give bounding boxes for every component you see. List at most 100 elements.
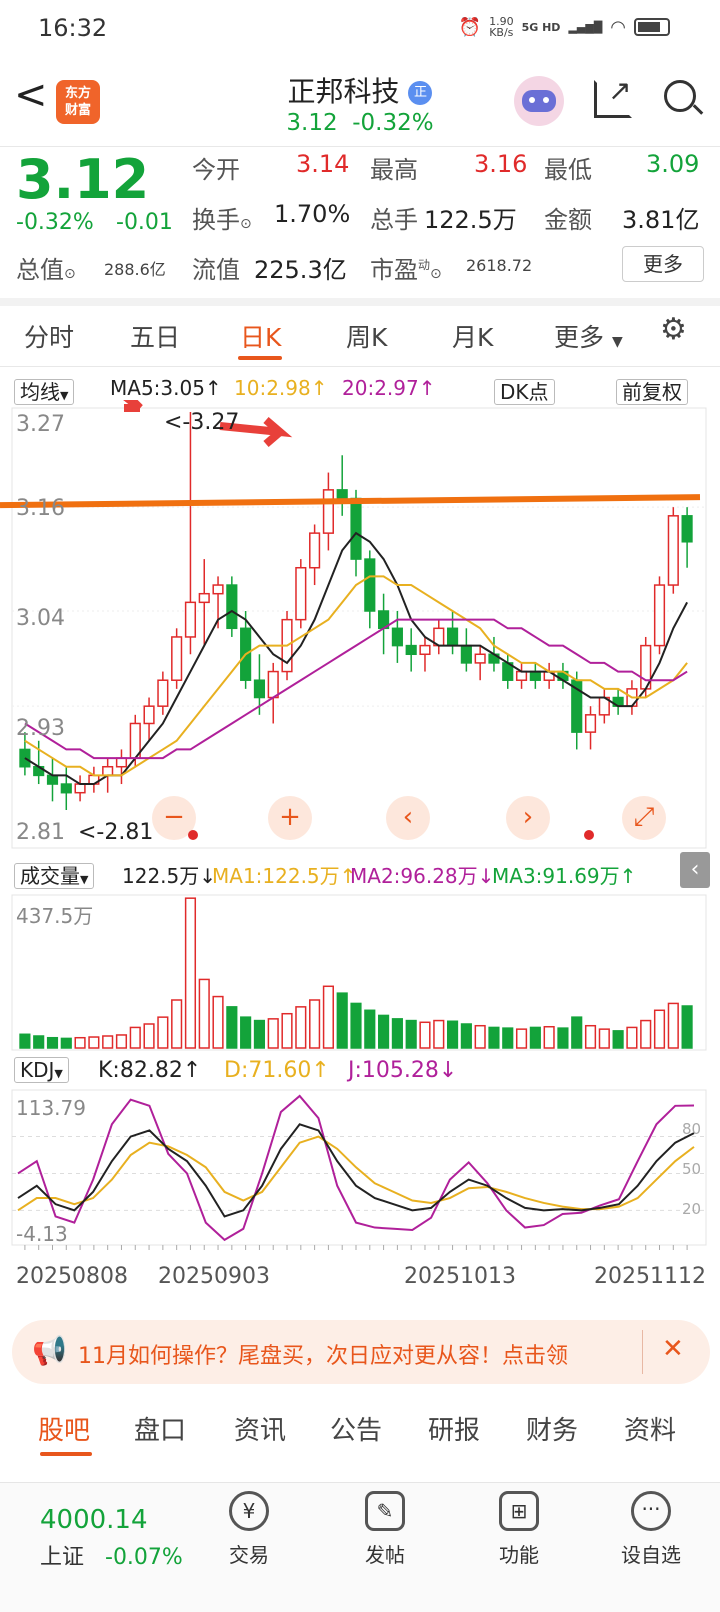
candle-body	[681, 515, 693, 543]
volume-bar	[598, 1028, 610, 1049]
scroll-left-button[interactable]: ‹	[386, 796, 430, 840]
tab-guba[interactable]: 股吧	[38, 1410, 90, 1447]
volume-bar	[115, 1034, 128, 1049]
tab-more[interactable]: 更多 ▼	[554, 318, 623, 354]
volume-value: 122.5万	[424, 206, 517, 234]
scroll-right-button[interactable]: ›	[506, 796, 550, 840]
tab-fenshi[interactable]: 分时	[24, 318, 74, 354]
signal-icon: ▂▄▆█	[568, 20, 603, 34]
low-value: 3.09	[646, 150, 700, 178]
volume-selector[interactable]: 成交量▼	[14, 860, 95, 889]
candle-body	[322, 489, 334, 534]
divider	[0, 146, 720, 147]
trade-button[interactable]: ¥ 交易	[204, 1491, 294, 1568]
mcap-label: 总值⊙	[16, 256, 76, 284]
low-label: 最低	[544, 156, 592, 184]
max-price-label: <-3.27	[164, 410, 240, 435]
collapse-panel-button[interactable]: ‹	[680, 852, 710, 888]
tab-wuri[interactable]: 五日	[130, 318, 180, 354]
volume-bar	[502, 1027, 514, 1049]
functions-button[interactable]: ⊞ 功能	[474, 1491, 564, 1568]
volume-bar	[33, 1035, 45, 1049]
vol-ma3: MA3:91.69万↑	[492, 864, 637, 888]
candle-body	[350, 497, 362, 560]
tab-yuek[interactable]: 月K	[452, 318, 493, 354]
volume-bar	[557, 1027, 569, 1049]
index-widget[interactable]: 4000.14 上证 -0.07%	[40, 1505, 183, 1571]
candle-body	[667, 515, 679, 586]
tab-caiwu[interactable]: 财务	[526, 1410, 578, 1447]
volume-bar	[612, 1030, 624, 1049]
candle-body	[336, 489, 348, 500]
change-abs: -0.01	[116, 210, 173, 235]
marker-dot	[584, 830, 594, 840]
tab-pankou[interactable]: 盘口	[134, 1410, 186, 1447]
volume-bar	[364, 1009, 376, 1049]
info-icon: ⊙	[430, 266, 442, 282]
kdj-ref-80: 80	[682, 1120, 702, 1138]
promo-banner[interactable]: 📢 11月如何操作？尾盘买，次日应对更从容！点击领 ✕	[12, 1320, 710, 1384]
banner-divider	[642, 1330, 643, 1374]
post-button[interactable]: ✎ 发帖	[340, 1491, 430, 1568]
close-icon[interactable]: ✕	[662, 1334, 684, 1364]
divider	[0, 366, 720, 367]
more-dots-icon: ···	[631, 1491, 671, 1531]
high-value: 3.16	[474, 150, 528, 178]
candle-body	[198, 592, 210, 604]
kdj-axis-bottom: -4.13	[16, 1222, 68, 1246]
candle-body	[515, 670, 528, 681]
volume-bar	[240, 1016, 252, 1049]
candle-body	[74, 783, 86, 794]
volume-label: 总手	[370, 206, 418, 234]
tab-gonggao[interactable]: 公告	[330, 1410, 382, 1447]
ma20-legend: 20:2.97↑	[342, 376, 436, 400]
candle-body	[474, 653, 486, 664]
title-badge: 正	[408, 81, 433, 105]
status-icons: ⏰ 1.90 KB/s 5G HD ▂▄▆█ ◠	[459, 16, 670, 38]
candle-body	[157, 679, 169, 707]
y-axis-label: 3.16	[16, 496, 65, 521]
fullscreen-button[interactable]: ⤢	[622, 796, 666, 840]
status-bar: 16:32 ⏰ 1.90 KB/s 5G HD ▂▄▆█ ◠	[0, 0, 720, 56]
date-label: 20250903	[158, 1264, 270, 1289]
candle-body	[419, 644, 431, 656]
amount-value: 3.81亿	[622, 206, 700, 234]
settings-gear-icon[interactable]: ⚙	[660, 312, 687, 347]
megaphone-icon: 📢	[32, 1334, 67, 1367]
pe-label: 市盈动⊙	[370, 256, 442, 284]
candle-body	[529, 670, 541, 681]
bottom-nav: 4000.14 上证 -0.07% ¥ 交易 ✎ 发帖 ⊞ 功能 ··· 设自选	[0, 1482, 720, 1612]
volume-bar	[171, 999, 183, 1049]
candle-body	[267, 670, 279, 699]
active-tab-underline	[238, 356, 282, 360]
float-value: 225.3亿	[254, 256, 347, 284]
candle-body	[653, 584, 666, 647]
candle-body	[60, 783, 72, 794]
volume-bar	[571, 1016, 583, 1049]
volume-bar	[88, 1036, 100, 1049]
volume-bar	[488, 1026, 500, 1049]
amount-label: 金额	[544, 206, 592, 234]
robot-assistant-icon[interactable]	[514, 76, 564, 126]
volume-bar	[74, 1036, 86, 1049]
tab-rik[interactable]: 日K	[240, 318, 281, 354]
tab-zixun[interactable]: 资讯	[234, 1410, 286, 1447]
volume-bar	[433, 1019, 445, 1049]
more-button[interactable]: 更多	[622, 246, 704, 282]
caret-down-icon: ▼	[611, 334, 623, 350]
info-icon: ⊙	[64, 266, 76, 282]
share-arrow: ↗	[608, 74, 632, 107]
candle-body	[212, 584, 224, 595]
search-icon[interactable]	[664, 80, 696, 112]
volume-bar	[309, 999, 321, 1049]
candle-body	[171, 636, 183, 681]
add-watchlist-button[interactable]: ··· 设自选	[606, 1491, 696, 1568]
kdj-selector[interactable]: KDJ▼	[14, 1057, 69, 1083]
tab-yanbao[interactable]: 研报	[428, 1410, 480, 1447]
tab-zhouk[interactable]: 周K	[346, 318, 387, 354]
tab-ziliao[interactable]: 资料	[624, 1410, 676, 1447]
zoom-in-button[interactable]: +	[268, 796, 312, 840]
status-time: 16:32	[38, 14, 108, 42]
candle-body	[102, 765, 114, 777]
edit-icon: ✎	[365, 1491, 405, 1531]
